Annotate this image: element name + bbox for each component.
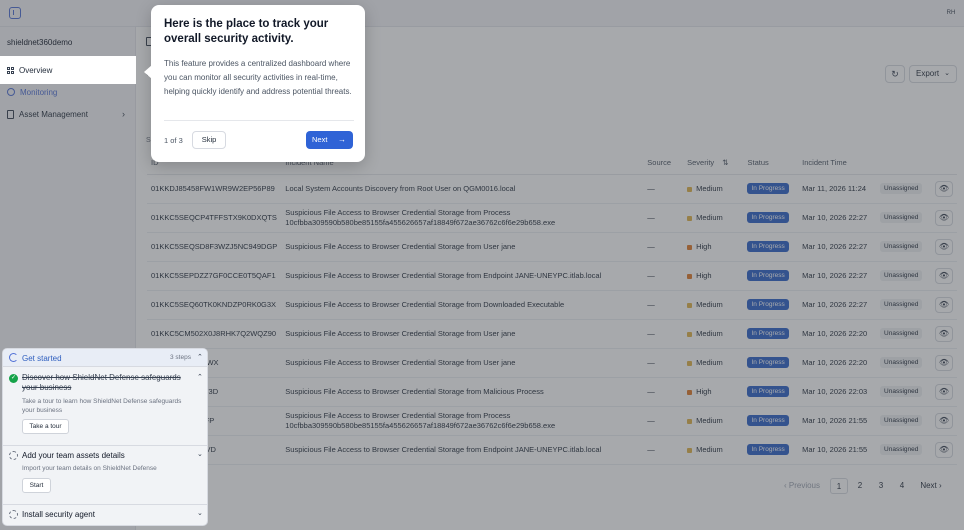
start-button[interactable]: Start	[22, 478, 51, 493]
checklist-item-title: Add your team assets details	[22, 451, 125, 460]
divider	[3, 504, 207, 505]
checklist-item-title: Discover how ShieldNet Defense safeguard…	[22, 373, 181, 392]
dashboard-grid-icon	[7, 66, 14, 74]
tour-step-counter: 1 of 3	[164, 136, 183, 145]
chevron-up-icon[interactable]: ⌃	[197, 373, 203, 381]
next-step-button[interactable]: Next →	[306, 131, 353, 149]
get-started-header[interactable]: Get started 3 steps ⌃	[3, 349, 207, 367]
skip-tour-button[interactable]: Skip	[192, 131, 226, 149]
empty-circle-icon	[9, 510, 18, 519]
divider	[164, 120, 354, 121]
tour-popover: Here is the place to track your overall …	[144, 5, 365, 162]
arrow-right-icon: →	[338, 135, 346, 144]
empty-circle-icon	[9, 451, 18, 460]
checklist-item-description: Take a tour to learn how ShieldNet Defen…	[22, 398, 182, 414]
sidebar-item-overview[interactable]: Overview	[0, 56, 136, 84]
get-started-title: Get started	[22, 354, 62, 363]
sidebar-item-label: Overview	[19, 65, 53, 75]
take-a-tour-button[interactable]: Take a tour	[22, 419, 69, 434]
progress-ring-icon	[9, 353, 18, 362]
next-label: Next	[312, 135, 328, 144]
divider	[3, 445, 207, 446]
tour-title: Here is the place to track your overall …	[164, 18, 329, 45]
popover-arrow	[144, 65, 152, 79]
get-started-panel: Get started 3 steps ⌃ ✓ Discover how Shi…	[2, 348, 208, 526]
checklist-item-title: Install security agent	[22, 510, 95, 519]
tour-description: This feature provides a centralized dash…	[164, 59, 352, 96]
chevron-up-icon[interactable]: ⌃	[197, 353, 203, 361]
chevron-down-icon[interactable]: ⌄	[197, 450, 203, 458]
check-circle-icon: ✓	[9, 374, 18, 383]
checklist-item-description: Import your team details on ShieldNet De…	[22, 465, 157, 472]
chevron-down-icon[interactable]: ⌄	[197, 509, 203, 517]
steps-count: 3 steps	[170, 354, 191, 361]
